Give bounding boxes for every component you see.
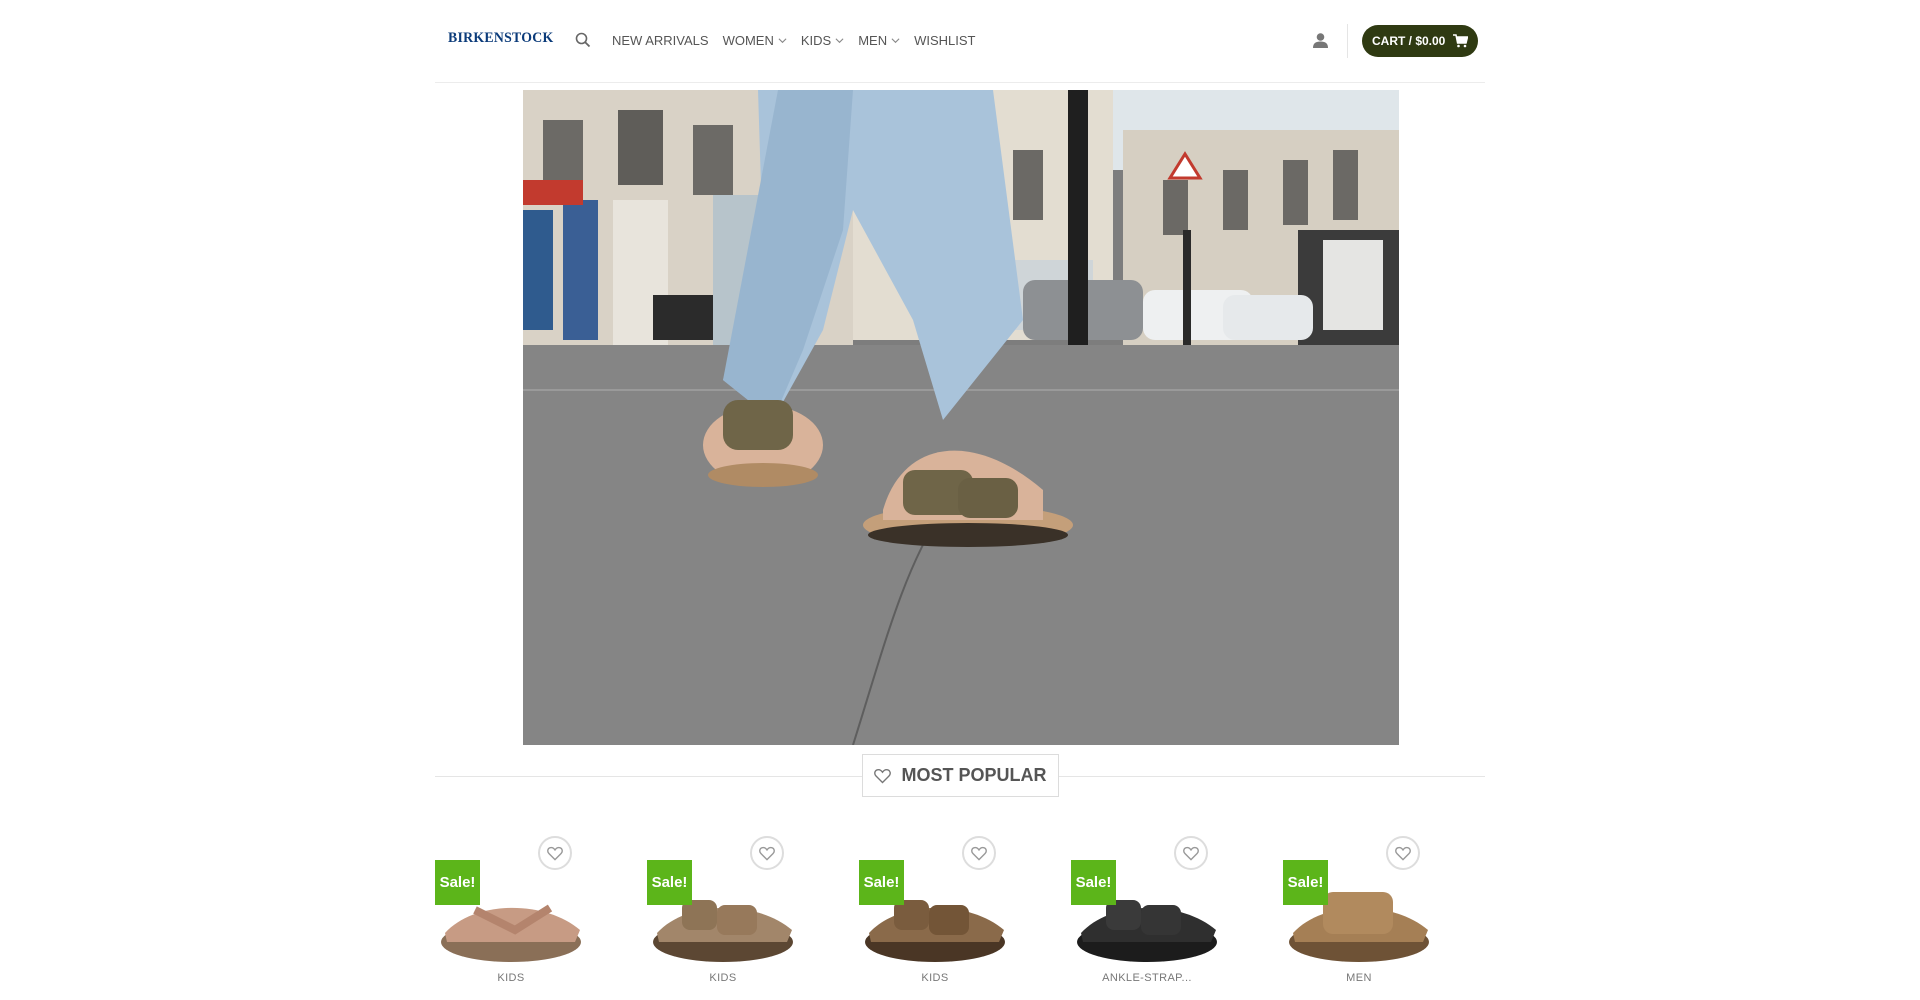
brand-logo[interactable]: BIRKENSTOCK bbox=[448, 30, 554, 47]
product-category[interactable]: KIDS bbox=[859, 972, 1011, 984]
product-grid: Sale! KIDS Sale! KIDS Sale! KIDS Sale! A… bbox=[435, 830, 1485, 1000]
heart-icon bbox=[1183, 846, 1199, 861]
search-icon[interactable] bbox=[575, 32, 591, 48]
cart-icon bbox=[1453, 34, 1469, 48]
header-divider bbox=[1347, 24, 1348, 58]
product-category[interactable]: KIDS bbox=[647, 972, 799, 984]
nav-kids[interactable]: KIDS bbox=[794, 30, 851, 51]
nav-label: NEW ARRIVALS bbox=[612, 33, 709, 48]
product-card[interactable]: Sale! KIDS bbox=[859, 830, 1011, 1000]
add-to-wishlist-button[interactable] bbox=[750, 836, 784, 870]
sale-badge: Sale! bbox=[1071, 860, 1116, 905]
sale-badge: Sale! bbox=[1283, 860, 1328, 905]
product-category[interactable]: KIDS bbox=[435, 972, 587, 984]
nav-wishlist[interactable]: WISHLIST bbox=[907, 30, 982, 51]
sale-badge: Sale! bbox=[435, 860, 480, 905]
site-header: BIRKENSTOCK NEW ARRIVALS WOMEN KIDS MEN … bbox=[435, 0, 1485, 83]
product-category[interactable]: MEN bbox=[1283, 972, 1435, 984]
nav-women[interactable]: WOMEN bbox=[716, 30, 794, 51]
add-to-wishlist-button[interactable] bbox=[1386, 836, 1420, 870]
add-to-wishlist-button[interactable] bbox=[538, 836, 572, 870]
nav-label: WOMEN bbox=[722, 33, 774, 48]
product-category[interactable]: ANKLE-STRAP... bbox=[1071, 972, 1223, 984]
heart-icon bbox=[971, 846, 987, 861]
nav-label: KIDS bbox=[800, 33, 832, 48]
user-icon[interactable] bbox=[1312, 32, 1329, 49]
main-nav: NEW ARRIVALS WOMEN KIDS MEN WISHLIST bbox=[605, 30, 982, 51]
heart-icon bbox=[874, 768, 892, 783]
sale-badge: Sale! bbox=[647, 860, 692, 905]
product-card[interactable]: Sale! KIDS bbox=[435, 830, 587, 1000]
most-popular-heading: MOST POPULAR bbox=[862, 754, 1059, 797]
nav-men[interactable]: MEN bbox=[851, 30, 907, 51]
heart-icon bbox=[759, 846, 775, 861]
nav-label: MEN bbox=[858, 33, 888, 48]
chevron-down-icon bbox=[891, 38, 900, 44]
heart-icon bbox=[1395, 846, 1411, 861]
chevron-down-icon bbox=[835, 38, 844, 44]
product-card[interactable]: Sale! KIDS bbox=[647, 830, 799, 1000]
cart-button[interactable]: CART / $0.00 bbox=[1362, 25, 1479, 57]
add-to-wishlist-button[interactable] bbox=[962, 836, 996, 870]
product-card[interactable]: Sale! MEN bbox=[1283, 830, 1435, 1000]
product-card[interactable]: Sale! ANKLE-STRAP... bbox=[1071, 830, 1223, 1000]
nav-new-arrivals[interactable]: NEW ARRIVALS bbox=[605, 30, 716, 51]
add-to-wishlist-button[interactable] bbox=[1174, 836, 1208, 870]
cart-label: CART / $0.00 bbox=[1372, 34, 1446, 48]
sale-badge: Sale! bbox=[859, 860, 904, 905]
section-title-text: MOST POPULAR bbox=[901, 765, 1047, 785]
nav-label: WISHLIST bbox=[914, 33, 976, 48]
hero-image bbox=[523, 90, 1399, 745]
heart-icon bbox=[547, 846, 563, 861]
chevron-down-icon bbox=[778, 38, 787, 44]
